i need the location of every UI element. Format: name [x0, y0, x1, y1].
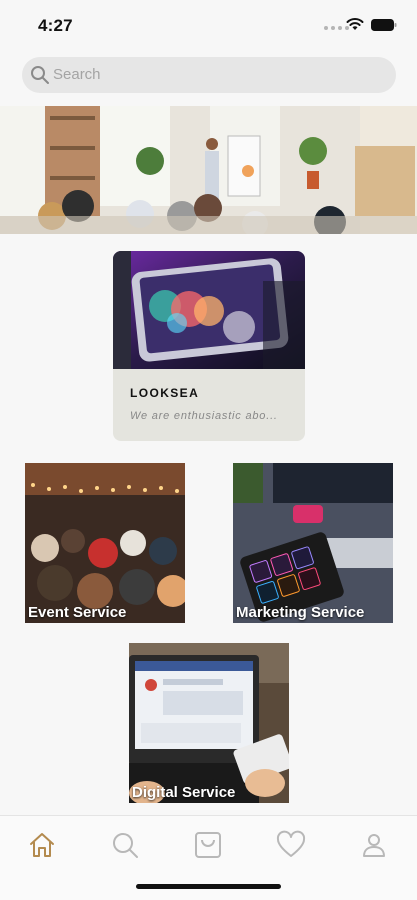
- featured-description: We are enthusiastic abo...: [130, 410, 278, 422]
- status-time: 4:27: [38, 16, 73, 35]
- search-input[interactable]: Search: [22, 57, 396, 93]
- featured-title: LOOKSEA: [130, 386, 200, 400]
- digital-service-label: Digital Service: [132, 784, 236, 801]
- cart-icon[interactable]: [193, 830, 223, 860]
- heart-icon[interactable]: [276, 830, 306, 860]
- event-service-label: Event Service: [28, 604, 127, 621]
- profile-icon[interactable]: [359, 830, 389, 860]
- home-indicator[interactable]: [136, 884, 281, 889]
- marketing-service-tile[interactable]: Marketing Service: [233, 463, 393, 623]
- hero-banner-image: [0, 106, 417, 234]
- digital-service-tile[interactable]: Digital Service: [129, 643, 289, 803]
- search-icon: [31, 66, 49, 84]
- battery-icon: [371, 19, 397, 31]
- marketing-service-image: [233, 463, 393, 623]
- digital-service-image: [129, 643, 289, 803]
- featured-card[interactable]: LOOKSEA We are enthusiastic abo...: [113, 251, 305, 441]
- search-icon[interactable]: [110, 830, 140, 860]
- marketing-service-label: Marketing Service: [236, 604, 365, 621]
- event-service-tile[interactable]: Event Service: [25, 463, 185, 623]
- search-placeholder: Search: [53, 66, 101, 83]
- featured-image: [113, 251, 305, 369]
- wifi-icon: [346, 18, 364, 30]
- status-bar: 4:27: [0, 0, 417, 52]
- event-service-image: [25, 463, 185, 623]
- home-icon[interactable]: [27, 830, 57, 860]
